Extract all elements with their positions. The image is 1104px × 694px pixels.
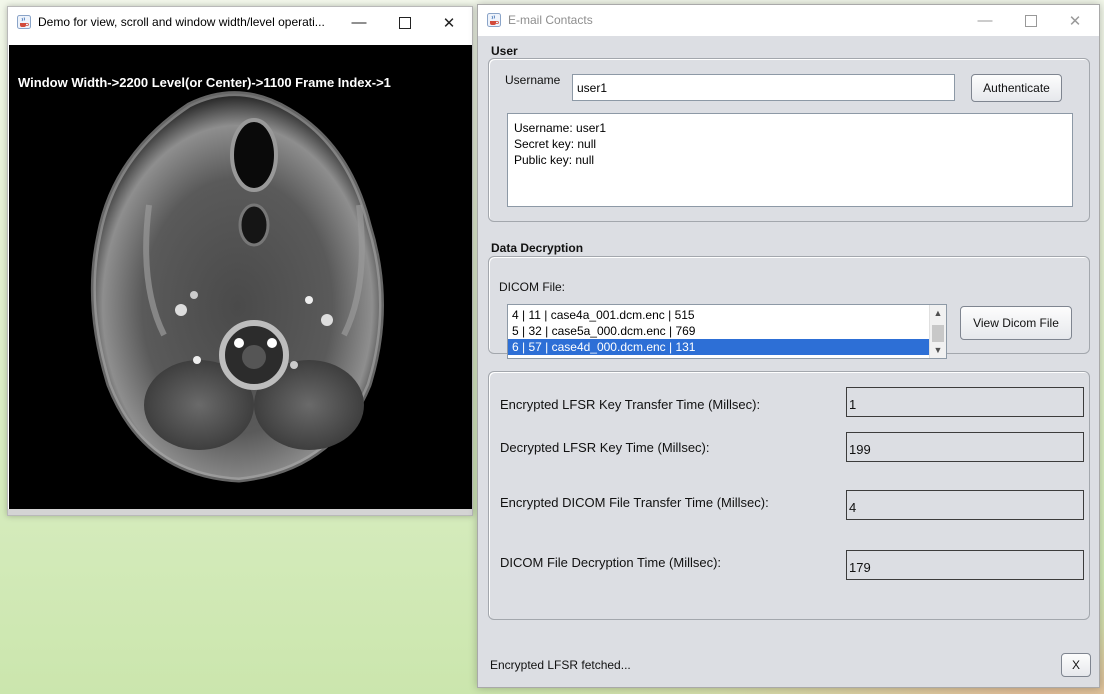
close-icon: ✕ [442, 14, 456, 32]
scroll-down-icon[interactable]: ▼ [930, 343, 946, 357]
email-contacts-window: E-mail Contacts — ✕ User Username Authen… [477, 4, 1100, 688]
timing-label: Encrypted LFSR Key Transfer Time (Millse… [500, 397, 761, 412]
exit-button[interactable]: X [1061, 653, 1091, 677]
maximize-icon [399, 16, 411, 29]
dicom-file-label: DICOM File: [499, 280, 565, 294]
viewer-bottom-border [8, 509, 472, 515]
java-coffee-cup-icon [17, 15, 31, 29]
decryption-section-heading: Data Decryption [491, 241, 584, 255]
lfsr-transfer-time-field: 1 [846, 387, 1084, 417]
minimize-button[interactable]: — [336, 7, 382, 38]
timing-label: Encrypted DICOM File Transfer Time (Mill… [500, 495, 769, 510]
viewer-title: Demo for view, scroll and window width/l… [38, 15, 325, 29]
info-line: Username: user1 [514, 121, 607, 135]
list-item-selected[interactable]: 6 | 57 | case4d_000.dcm.enc | 131 [508, 339, 946, 355]
view-dicom-file-button[interactable]: View Dicom File [960, 306, 1072, 340]
contacts-title: E-mail Contacts [508, 13, 593, 27]
mri-head-scan-image [90, 91, 384, 483]
dicom-transfer-time-field: 4 [846, 490, 1084, 520]
minimize-icon: — [351, 14, 367, 31]
minimize-icon: — [977, 12, 993, 29]
status-text: Encrypted LFSR fetched... [490, 658, 631, 672]
java-coffee-cup-icon [487, 13, 501, 27]
maximize-button[interactable] [382, 7, 428, 38]
user-groupbox: Username Authenticate Username: user1 Se… [488, 58, 1090, 222]
timing-label: DICOM File Decryption Time (Millsec): [500, 555, 722, 570]
user-info-textarea[interactable]: Username: user1 Secret key: null Public … [507, 113, 1073, 207]
window-level-overlay: Window Width->2200 Level(or Center)->110… [18, 75, 391, 90]
viewer-titlebar[interactable]: Demo for view, scroll and window width/l… [8, 7, 472, 38]
info-line: Public key: null [514, 153, 595, 167]
authenticate-button[interactable]: Authenticate [971, 74, 1062, 102]
list-item[interactable]: 5 | 32 | case5a_000.dcm.enc | 769 [508, 323, 946, 339]
dicom-image-canvas[interactable]: Window Width->2200 Level(or Center)->110… [9, 45, 472, 511]
maximize-button[interactable] [1008, 5, 1054, 36]
dicom-decrypt-time-field: 179 [846, 550, 1084, 580]
timings-groupbox: Encrypted LFSR Key Transfer Time (Millse… [488, 371, 1090, 620]
close-button[interactable]: ✕ [426, 7, 472, 38]
scroll-thumb[interactable] [932, 325, 944, 342]
maximize-icon [1025, 14, 1037, 27]
user-section-heading: User [491, 44, 518, 58]
lfsr-decrypt-time-field: 199 [846, 432, 1084, 462]
info-line: Secret key: null [514, 137, 597, 151]
close-button[interactable]: ✕ [1052, 5, 1098, 36]
list-scrollbar[interactable]: ▲ ▼ [929, 305, 946, 358]
decryption-groupbox: DICOM File: 4 | 11 | case4a_001.dcm.enc … [488, 256, 1090, 359]
list-item[interactable]: 4 | 11 | case4a_001.dcm.enc | 515 [508, 307, 946, 323]
username-label: Username [505, 73, 561, 87]
minimize-button[interactable]: — [962, 5, 1008, 36]
dicom-file-list[interactable]: 4 | 11 | case4a_001.dcm.enc | 515 5 | 32… [507, 304, 947, 359]
contacts-titlebar[interactable]: E-mail Contacts — ✕ [478, 5, 1099, 36]
scroll-up-icon[interactable]: ▲ [930, 306, 946, 320]
close-icon: ✕ [1068, 12, 1082, 30]
username-input[interactable] [572, 74, 955, 101]
timing-label: Decrypted LFSR Key Time (Millsec): [500, 440, 710, 455]
dicom-viewer-window: Demo for view, scroll and window width/l… [7, 6, 473, 516]
